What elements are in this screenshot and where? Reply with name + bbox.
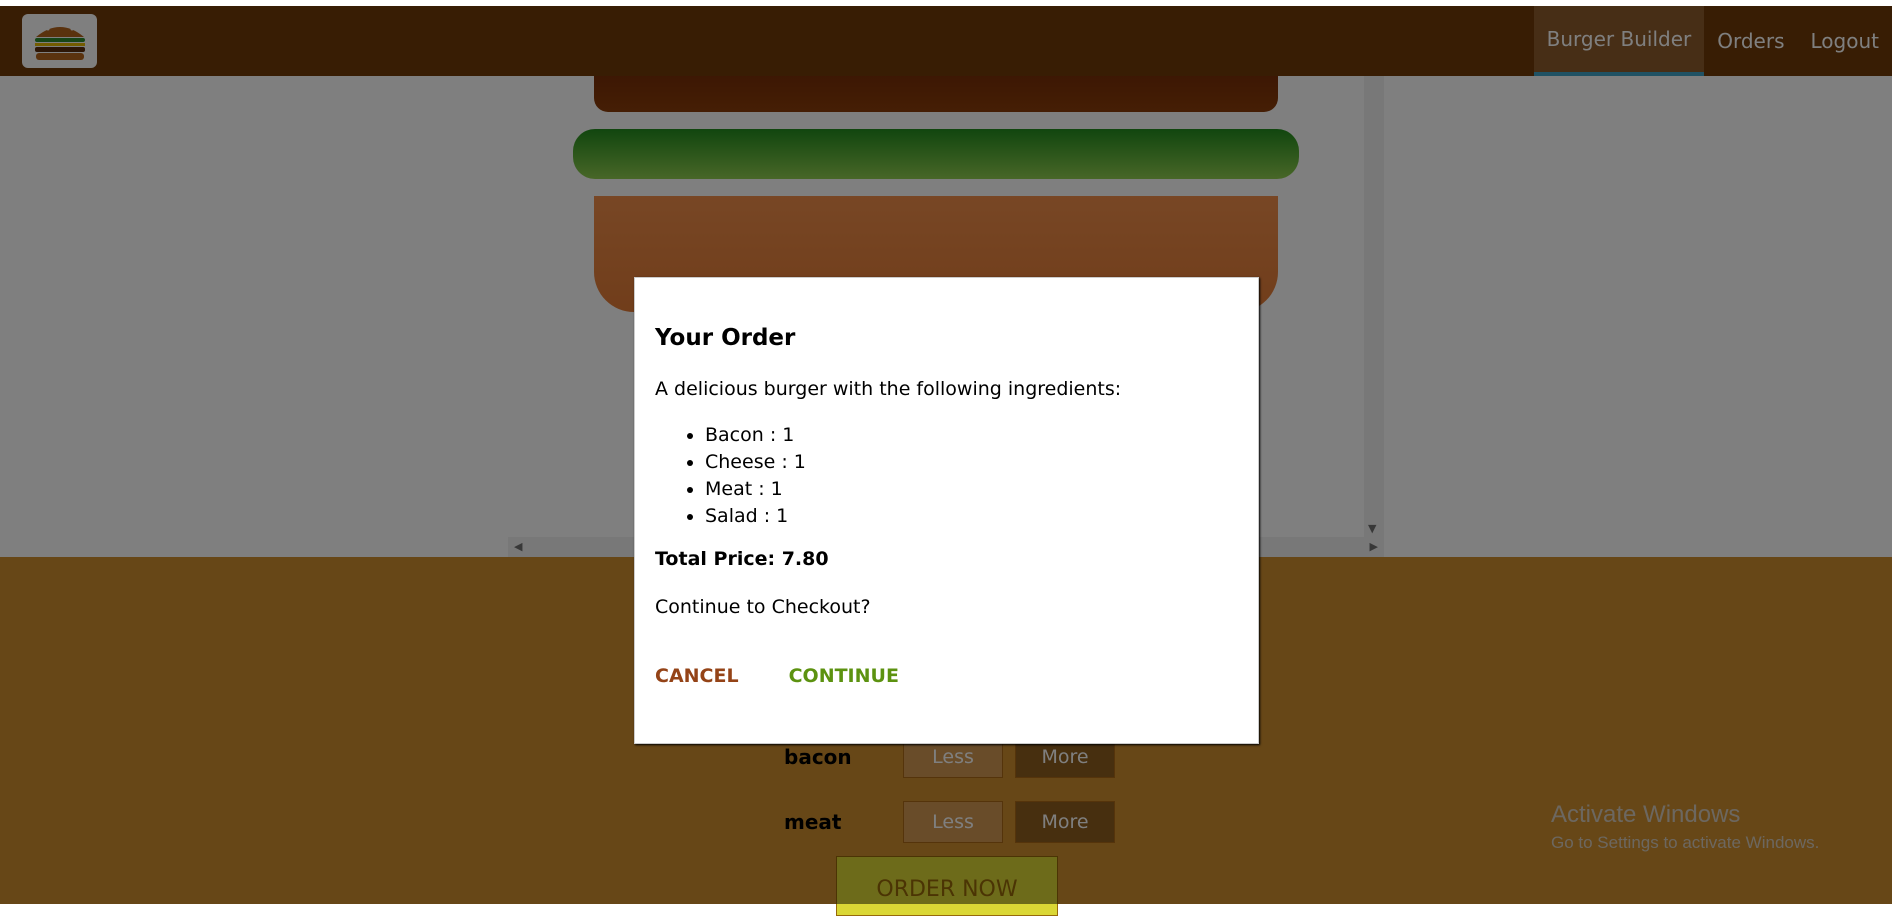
list-item: Cheese : 1 xyxy=(705,449,1238,476)
checkout-question: Continue to Checkout? xyxy=(655,596,871,618)
toolbar-overlay xyxy=(0,6,1892,76)
total-price: Total Price: 7.80 xyxy=(655,548,829,570)
list-item: Salad : 1 xyxy=(705,503,1238,530)
modal-actions: CANCEL CONTINUE xyxy=(655,665,1238,687)
list-item: Bacon : 1 xyxy=(705,422,1238,449)
continue-button[interactable]: CONTINUE xyxy=(789,665,899,687)
list-item: Meat : 1 xyxy=(705,476,1238,503)
cancel-button[interactable]: CANCEL xyxy=(655,665,739,687)
order-summary-modal: Your Order A delicious burger with the f… xyxy=(634,277,1259,744)
ingredient-list: Bacon : 1 Cheese : 1 Meat : 1 Salad : 1 xyxy=(655,422,1238,530)
modal-description: A delicious burger with the following in… xyxy=(655,378,1122,400)
modal-title: Your Order xyxy=(655,325,796,351)
